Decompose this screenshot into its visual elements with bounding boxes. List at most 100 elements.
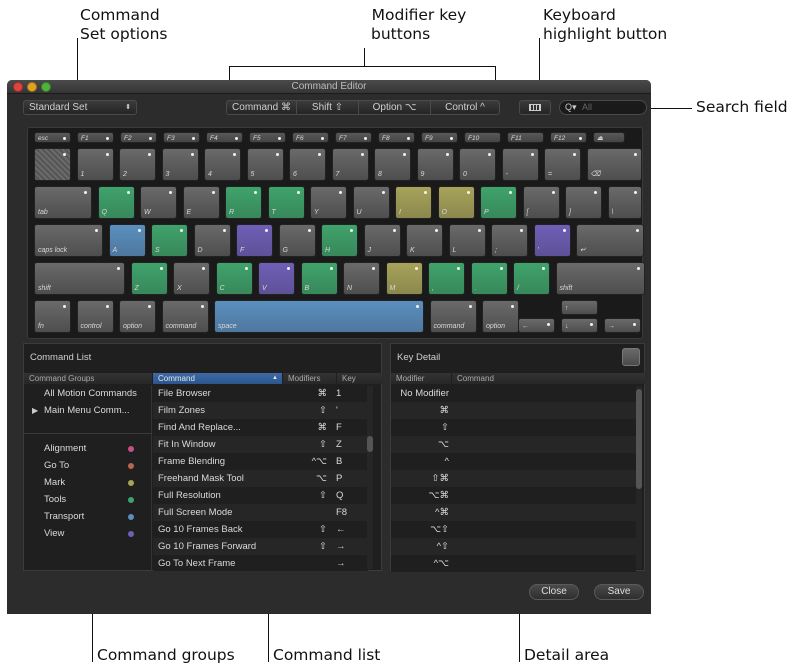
table-row[interactable]: Freehand Mask Tool ⌥ P — [153, 470, 368, 487]
key-detail-color-swatch[interactable] — [622, 348, 640, 366]
key-f-11[interactable]: F11 — [507, 132, 544, 143]
key-r3-2[interactable]: S — [151, 224, 188, 257]
option-modifier-button[interactable]: Option ⌥ — [359, 101, 431, 114]
table-row[interactable]: ⌘ — [391, 402, 636, 419]
command-modifier-button[interactable]: Command ⌘ — [227, 101, 297, 114]
key-r5-2[interactable]: option — [119, 300, 156, 333]
key-r3-6[interactable]: H — [321, 224, 358, 257]
key-r4-7[interactable]: M — [385, 262, 423, 295]
key-r3-5[interactable]: G — [278, 224, 316, 257]
key-r5-1[interactable]: control — [76, 300, 114, 333]
key-r1-12[interactable]: = — [544, 148, 581, 181]
key-f-3[interactable]: F3 — [163, 132, 200, 143]
key-r2-7[interactable]: U — [352, 186, 390, 219]
scrollbar-thumb[interactable] — [367, 436, 373, 452]
table-row[interactable]: ⌥⌘ — [391, 487, 636, 504]
disclosure-triangle-icon[interactable]: ▶ — [32, 406, 38, 415]
command-group-item[interactable]: Alignment — [44, 443, 86, 454]
key-r4-4[interactable]: V — [258, 262, 295, 295]
command-group-item[interactable]: Go To — [44, 460, 69, 471]
command-group-item[interactable]: View — [44, 528, 64, 539]
key-f-2[interactable]: F2 — [120, 132, 157, 143]
key-r1-6[interactable]: 6 — [289, 148, 326, 181]
key-r2-5[interactable]: T — [267, 186, 305, 219]
table-row[interactable]: Go To Next Frame → — [153, 555, 368, 571]
key-up-arrow[interactable]: ↑ — [561, 300, 598, 315]
close-button[interactable]: Close — [529, 584, 579, 600]
key-right-arrow[interactable]: → — [604, 318, 641, 333]
table-row[interactable]: ⇧⌘ — [391, 470, 636, 487]
key-r1-9[interactable]: 9 — [416, 148, 454, 181]
key-r2-3[interactable]: E — [182, 186, 220, 219]
table-row[interactable]: ^ — [391, 453, 636, 470]
table-row[interactable]: ^⇧ — [391, 538, 636, 555]
key-down-arrow[interactable]: ↓ — [561, 318, 598, 333]
key-r2-2[interactable]: W — [140, 186, 177, 219]
command-set-popup[interactable]: Standard Set ⬍ — [23, 100, 137, 115]
key-r3-3[interactable]: D — [193, 224, 231, 257]
key-r2-4[interactable]: R — [225, 186, 262, 219]
key-r4-9[interactable]: . — [470, 262, 508, 295]
key-f-10[interactable]: F10 — [464, 132, 501, 143]
shift-modifier-button[interactable]: Shift ⇧ — [297, 101, 359, 114]
key-r1-7[interactable]: 7 — [331, 148, 369, 181]
table-row[interactable]: ^⌘ — [391, 504, 636, 521]
key-detail-scrollbar[interactable] — [636, 386, 642, 569]
key-f-5[interactable]: F5 — [249, 132, 286, 143]
table-row[interactable]: Go 10 Frames Back ⇧ ← — [153, 521, 368, 538]
table-row[interactable]: ⇧ — [391, 419, 636, 436]
key-r3-12[interactable]: ↵ — [576, 224, 644, 257]
key-f-1[interactable]: F1 — [77, 132, 114, 143]
key-left-arrow[interactable]: ← — [518, 318, 555, 333]
table-row[interactable]: ⌥⇧ — [391, 521, 636, 538]
command-column-header[interactable]: Command ▲ — [153, 373, 282, 384]
key-r4-2[interactable]: X — [173, 262, 210, 295]
key-r1-4[interactable]: 4 — [204, 148, 241, 181]
command-group-item[interactable]: Main Menu Comm... — [44, 405, 130, 416]
key-r3-4[interactable]: F — [236, 224, 273, 257]
key-r3-10[interactable]: ; — [491, 224, 528, 257]
key-r2-6[interactable]: Y — [310, 186, 347, 219]
detail-command-column-header[interactable]: Command — [452, 373, 645, 384]
table-row[interactable]: ⌥ — [391, 436, 636, 453]
key-r3-1[interactable]: A — [108, 224, 146, 257]
key-r2-13[interactable]: \ — [607, 186, 642, 219]
key-r5-4[interactable]: space — [214, 300, 424, 333]
key-f-4[interactable]: F4 — [206, 132, 243, 143]
command-list-scrollbar[interactable] — [367, 386, 373, 569]
key-r3-0[interactable]: caps lock — [34, 224, 103, 257]
modifier-column-header[interactable]: Modifier — [391, 373, 451, 384]
key-r3-8[interactable]: K — [406, 224, 443, 257]
key-r4-0[interactable]: shift — [34, 262, 125, 295]
table-row[interactable]: Go 10 Frames Forward ⇧ → — [153, 538, 368, 555]
key-f-12[interactable]: F12 — [550, 132, 587, 143]
command-group-item[interactable]: All Motion Commands — [44, 388, 137, 399]
table-row[interactable]: Film Zones ⇧ ' — [153, 402, 368, 419]
key-r2-1[interactable]: Q — [97, 186, 135, 219]
table-row[interactable]: Frame Blending ^⌥ B — [153, 453, 368, 470]
key-f-8[interactable]: F8 — [378, 132, 415, 143]
command-group-item[interactable]: Mark — [44, 477, 65, 488]
key-r2-10[interactable]: P — [480, 186, 517, 219]
table-row[interactable]: File Browser ⌘ 1 — [153, 385, 368, 402]
key-f-13[interactable]: ⏏ — [593, 132, 625, 143]
table-row[interactable]: ^⌥ — [391, 555, 636, 572]
key-r2-12[interactable]: ] — [565, 186, 602, 219]
key-r2-9[interactable]: O — [437, 186, 475, 219]
table-row[interactable]: Find And Replace... ⌘ F — [153, 419, 368, 436]
key-r1-8[interactable]: 8 — [374, 148, 411, 181]
key-r4-10[interactable]: / — [513, 262, 550, 295]
key-r1-2[interactable]: 2 — [119, 148, 156, 181]
key-f-7[interactable]: F7 — [335, 132, 372, 143]
command-group-item[interactable]: Transport — [44, 511, 84, 522]
key-r1-0[interactable] — [34, 148, 71, 181]
key-r1-3[interactable]: 3 — [161, 148, 199, 181]
table-row[interactable]: Fit In Window ⇧ Z — [153, 436, 368, 453]
key-f-6[interactable]: F6 — [292, 132, 329, 143]
table-row[interactable]: Full Screen Mode F8 — [153, 504, 368, 521]
modifiers-column-header[interactable]: Modifiers — [283, 373, 336, 384]
keyboard-highlight-button[interactable] — [519, 100, 551, 115]
key-r3-7[interactable]: J — [363, 224, 401, 257]
key-r1-1[interactable]: 1 — [76, 148, 114, 181]
key-r1-13[interactable]: ⌫ — [586, 148, 642, 181]
